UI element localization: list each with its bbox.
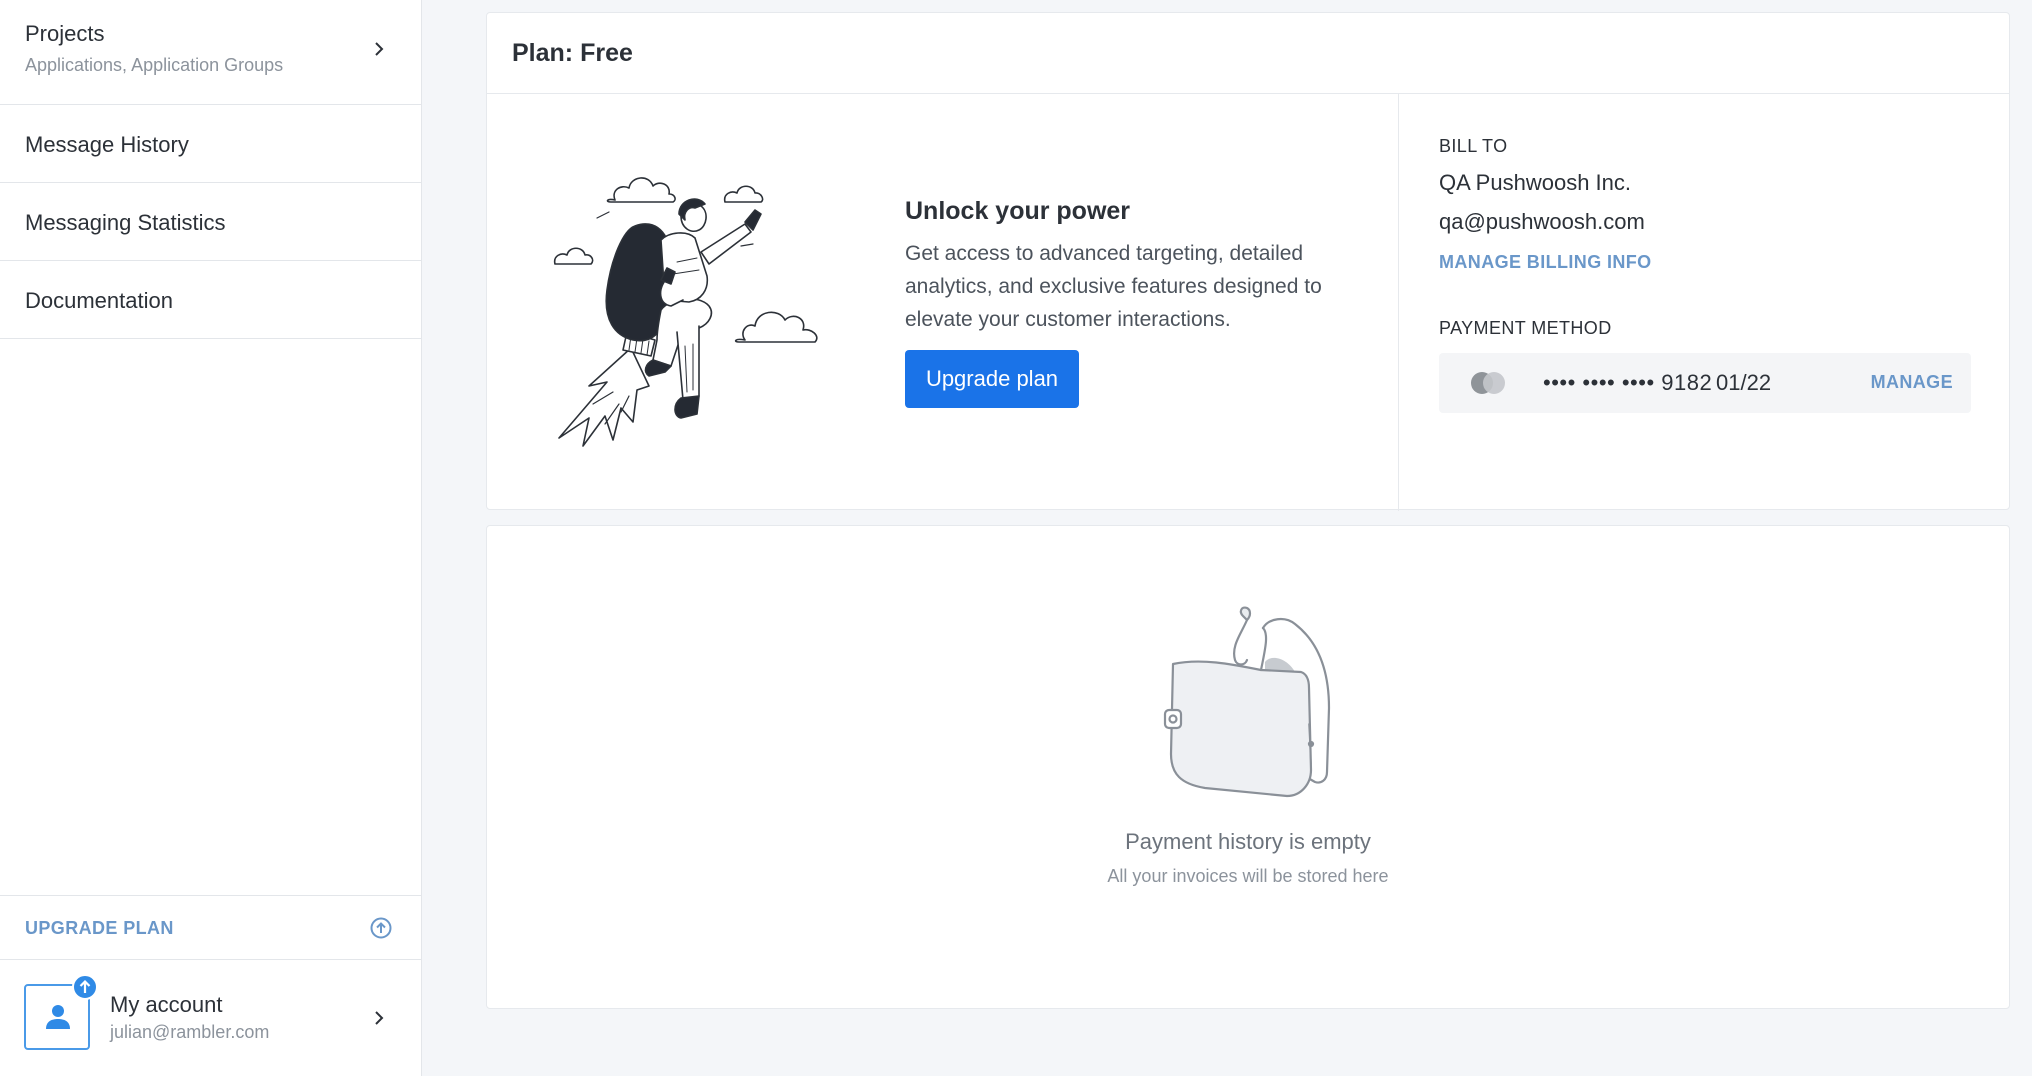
- user-icon: [46, 1005, 70, 1029]
- upgrade-promo: Unlock your power Get access to advanced…: [487, 94, 1399, 511]
- upgrade-plan-button[interactable]: Upgrade plan: [905, 350, 1079, 408]
- billing-panel: BILL TO QA Pushwoosh Inc. qa@pushwoosh.c…: [1399, 94, 2011, 511]
- sidebar-item-label: Projects: [25, 21, 105, 46]
- card-expiry: 01/22: [1716, 370, 1772, 395]
- sidebar-item-label: Messaging Statistics: [25, 210, 226, 235]
- promo-description: Get access to advanced targeting, detail…: [905, 242, 1322, 331]
- arrow-up-circle-icon: [370, 917, 392, 939]
- sidebar-item-message-history[interactable]: Message History: [0, 105, 421, 183]
- empty-state-subtitle: All your invoices will be stored here: [1107, 866, 1389, 886]
- sidebar-item-messaging-statistics[interactable]: Messaging Statistics: [0, 183, 421, 261]
- plan-header: Plan: Free: [487, 13, 2009, 94]
- chevron-right-icon: [375, 42, 384, 56]
- sidebar-item-label: Documentation: [25, 288, 173, 313]
- wallet-icon: [1163, 606, 1331, 798]
- plan-card: Plan: Free Unlock your power Get access …: [486, 12, 2011, 511]
- sidebar-item-subtitle: Applications, Application Groups: [25, 55, 284, 75]
- card-brand-icon: [1471, 372, 1505, 394]
- manage-billing-link[interactable]: MANAGE BILLING INFO: [1439, 252, 1652, 273]
- sidebar-item-documentation[interactable]: Documentation: [0, 261, 421, 339]
- promo-title: Unlock your power: [905, 197, 1131, 225]
- payment-history-card: Payment history is empty All your invoic…: [486, 525, 2010, 1009]
- sidebar: Projects Applications, Application Group…: [0, 0, 422, 1076]
- account-email: julian@rambler.com: [110, 1022, 270, 1042]
- bill-to-label: BILL TO: [1439, 136, 1508, 156]
- billing-email: qa@pushwoosh.com: [1439, 209, 1645, 234]
- billing-company: QA Pushwoosh Inc.: [1439, 170, 1631, 195]
- payment-card: •••• •••• •••• 9182 01/22 MANAGE: [1439, 353, 1971, 413]
- sidebar-item-projects[interactable]: Projects Applications, Application Group…: [0, 0, 421, 105]
- upgrade-plan-link[interactable]: UPGRADE PLAN: [0, 895, 421, 960]
- account-name: My account: [110, 992, 223, 1017]
- manage-card-link[interactable]: MANAGE: [1871, 372, 1953, 393]
- chevron-right-icon: [375, 1011, 384, 1025]
- upgrade-badge-icon: [72, 974, 98, 1000]
- plan-title: Plan: Free: [512, 39, 633, 67]
- sidebar-item-label: Message History: [25, 132, 189, 157]
- card-number: •••• •••• •••• 9182: [1543, 370, 1713, 395]
- payment-method-label: PAYMENT METHOD: [1439, 318, 1612, 338]
- my-account-item[interactable]: My account julian@rambler.com: [0, 960, 421, 1076]
- jetpack-illustration: [553, 177, 818, 447]
- avatar: [24, 974, 98, 1050]
- empty-state-title: Payment history is empty: [1125, 829, 1371, 854]
- upgrade-plan-label: UPGRADE PLAN: [25, 918, 174, 938]
